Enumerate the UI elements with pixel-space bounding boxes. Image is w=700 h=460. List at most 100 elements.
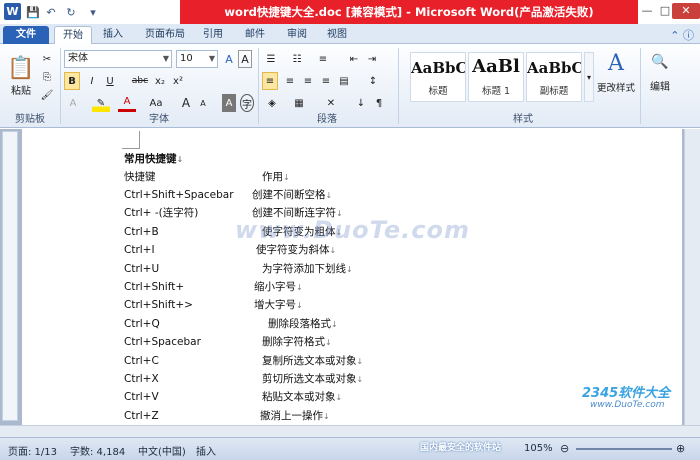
multilevel-list-icon[interactable]: ≡ xyxy=(314,50,332,68)
zoom-in-icon[interactable]: ⊕ xyxy=(676,442,685,455)
ribbon-tabs: 文件 开始 插入 页面布局 引用 邮件 审阅 视图 ⌃ ⓘ xyxy=(0,24,700,45)
shortcut-action: 缩小字号↓ xyxy=(254,281,303,293)
tab-view[interactable]: 视图 xyxy=(322,26,352,44)
shortcut-row: Ctrl+V 粘贴文本或对象↓ xyxy=(124,388,374,406)
shortcut-action: 删除字符格式↓ xyxy=(262,336,332,349)
style-heading-1[interactable]: AaBl 标题 1 xyxy=(468,52,524,102)
shortcut-key: Ctrl+ -(连字符) xyxy=(124,207,199,220)
status-bar: 页面: 1/13 字数: 4,184 中文(中国) 插入 国内最安全的软件站 1… xyxy=(0,437,700,460)
shortcut-action: 为字符添加下划线↓ xyxy=(262,262,353,275)
distribute-icon[interactable]: ▤ xyxy=(336,72,352,90)
superscript-button[interactable]: x² xyxy=(170,72,186,90)
document-heading: 常用快捷键↓ xyxy=(124,153,184,165)
change-styles-icon[interactable]: A xyxy=(598,48,634,78)
find-icon[interactable]: 🔍 xyxy=(648,50,672,74)
help-icon[interactable]: ⌃ ⓘ xyxy=(670,27,694,43)
shortcut-row: Ctrl+Q 删除段落格式↓ xyxy=(124,315,374,333)
zoom-slider[interactable] xyxy=(576,448,672,450)
watermark: www.DuoTe.com xyxy=(235,216,470,244)
shortcut-action: 撤消上一操作↓ xyxy=(260,409,330,422)
shortcut-key: Ctrl+Shift+Spacebar xyxy=(124,189,234,201)
shortcut-row: Ctrl+U 为字符添加下划线↓ xyxy=(124,260,374,278)
ribbon: 📋 粘贴 ✂ ⎘ 🖌 剪贴板 宋体 ▼ 10 ▼ A A B I U abc x₂ … xyxy=(0,44,700,128)
shortcut-key: Ctrl+Q xyxy=(124,317,160,330)
shortcut-key: Ctrl+I xyxy=(124,244,155,257)
bold-button[interactable]: B xyxy=(64,72,80,90)
shortcut-action: 粘贴文本或对象↓ xyxy=(262,391,343,404)
format-painter-icon[interactable]: 🖌 xyxy=(38,86,56,104)
shortcut-key: Ctrl+B xyxy=(124,225,159,238)
shortcut-action: 增大字号↓ xyxy=(254,299,303,312)
shortcut-key: Ctrl+Shift+ xyxy=(124,281,185,293)
underline-button[interactable]: U xyxy=(102,72,118,90)
tab-file[interactable]: 文件 xyxy=(3,26,49,44)
shortcut-action: 删除段落格式↓ xyxy=(268,317,338,330)
tab-mailings[interactable]: 邮件 xyxy=(240,26,270,44)
shortcut-key: Ctrl+Spacebar xyxy=(124,336,201,349)
shortcut-row: Ctrl+Shift+> 增大字号↓ xyxy=(124,296,374,314)
save-icon[interactable]: 💾 xyxy=(24,3,42,21)
table-header-row: 快捷键 作用↓ xyxy=(124,171,290,183)
decrease-indent-icon[interactable]: ⇤ xyxy=(346,50,362,68)
numbering-icon[interactable]: ☷ xyxy=(288,50,306,68)
shortcut-row: Ctrl+C 复制所选文本或对象↓ xyxy=(124,352,374,370)
bullets-icon[interactable]: ☰ xyxy=(262,50,280,68)
shortcut-key: Ctrl+Shift+> xyxy=(124,299,193,312)
shortcut-row: Ctrl+Spacebar 删除字符格式↓ xyxy=(124,333,374,351)
undo-icon[interactable]: ↶ xyxy=(42,3,60,21)
shortcut-action: 剪切所选文本或对象↓ xyxy=(262,373,364,385)
redo-icon[interactable]: ↻ xyxy=(62,3,80,21)
copy-icon[interactable]: ⎘ xyxy=(38,68,56,86)
align-right-icon[interactable]: ≡ xyxy=(300,72,316,90)
shortcut-key: Ctrl+X xyxy=(124,373,159,385)
customize-icon[interactable]: ▾ xyxy=(84,3,102,21)
subscript-button[interactable]: x₂ xyxy=(152,72,168,90)
shortcut-row: Ctrl+Shift+ 缩小字号↓ xyxy=(124,278,374,296)
style-subtitle[interactable]: AaBbC 副标题 xyxy=(526,52,582,102)
italic-button[interactable]: I xyxy=(84,72,100,90)
language-indicator[interactable]: 中文(中国) xyxy=(138,443,186,458)
change-styles-button[interactable]: 更改样式 xyxy=(596,78,636,96)
cut-icon[interactable]: ✂ xyxy=(38,50,56,68)
align-center-icon[interactable]: ≡ xyxy=(282,72,298,90)
edit-button[interactable]: 编辑 xyxy=(644,76,676,94)
zoom-level[interactable]: 105% xyxy=(524,443,553,454)
tab-page-layout[interactable]: 页面布局 xyxy=(138,26,192,44)
increase-indent-icon[interactable]: ⇥ xyxy=(364,50,380,68)
shortcut-key: Ctrl+Z xyxy=(124,409,159,422)
site-logo-watermark: 2345软件大全 www.DuoTe.com xyxy=(582,386,671,410)
font-size-combo[interactable]: 10 ▼ xyxy=(176,50,218,68)
strikethrough-button[interactable]: abc xyxy=(130,72,150,90)
group-label-paragraph: 段落 xyxy=(317,114,337,125)
tab-review[interactable]: 审阅 xyxy=(282,26,312,44)
font-name-combo[interactable]: 宋体 ▼ xyxy=(64,50,172,68)
word-count[interactable]: 字数: 4,184 xyxy=(70,443,125,458)
tab-home[interactable]: 开始 xyxy=(54,26,92,45)
tab-insert[interactable]: 插入 xyxy=(96,26,130,44)
site-slogan: 国内最安全的软件站 xyxy=(420,443,502,453)
shortcut-key: Ctrl+C xyxy=(124,354,159,367)
page-count[interactable]: 页面: 1/13 xyxy=(8,443,57,458)
word-app-icon[interactable]: W xyxy=(4,3,21,20)
styles-scroll-icon[interactable]: ▾ xyxy=(584,52,594,102)
line-spacing-icon[interactable]: ↕ xyxy=(364,72,382,90)
minimize-button[interactable]: — xyxy=(638,3,656,19)
shortcut-key: Ctrl+V xyxy=(124,391,159,404)
shortcut-action: 使字符变为斜体↓ xyxy=(256,244,337,257)
zoom-out-icon[interactable]: ⊖ xyxy=(560,442,569,455)
close-button[interactable]: ✕ xyxy=(672,3,700,19)
horizontal-scrollbar[interactable] xyxy=(0,425,700,437)
justify-icon[interactable]: ≡ xyxy=(318,72,334,90)
align-left-icon[interactable]: ≡ xyxy=(262,72,278,90)
shortcut-row: Ctrl+X 剪切所选文本或对象↓ xyxy=(124,370,374,388)
clear-format-icon[interactable]: A xyxy=(238,50,252,68)
shortcut-key: Ctrl+U xyxy=(124,262,160,275)
style-title[interactable]: AaBbC 标题 xyxy=(410,52,466,102)
group-label-font: 字体 xyxy=(149,114,169,125)
shortcut-row: Ctrl+Z 撤消上一操作↓ xyxy=(124,407,374,425)
grow-font-icon[interactable]: A xyxy=(222,50,236,68)
tab-references[interactable]: 引用 xyxy=(198,26,228,44)
window-title: word快捷键大全.doc [兼容模式] - Microsoft Word(产品… xyxy=(224,5,594,19)
paste-button[interactable]: 粘贴 xyxy=(6,80,36,98)
insert-mode[interactable]: 插入 xyxy=(196,443,216,458)
